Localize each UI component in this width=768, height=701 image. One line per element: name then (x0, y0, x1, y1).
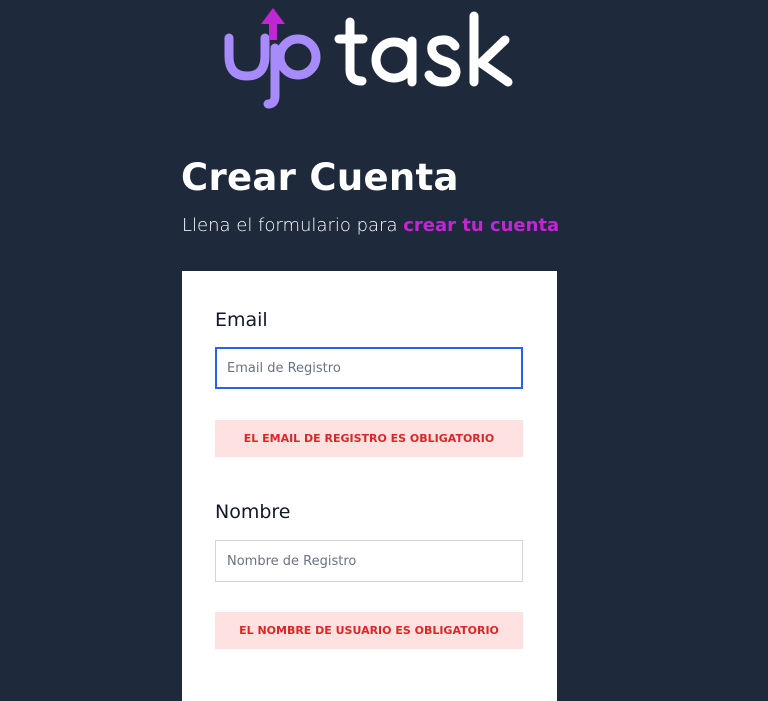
email-input[interactable] (215, 347, 523, 389)
page-title: Crear Cuenta (181, 156, 459, 199)
uptask-logo (224, 8, 513, 109)
subtitle-highlight: crear tu cuenta (403, 215, 560, 236)
email-error-alert: EL EMAIL DE REGISTRO ES OBLIGATORIO (215, 420, 523, 457)
page-subtitle: Llena el formulario para crear tu cuenta (182, 215, 559, 236)
nombre-label[interactable]: Nombre (215, 501, 291, 523)
nombre-error-alert: EL NOMBRE DE USUARIO ES OBLIGATORIO (215, 612, 523, 649)
nombre-input[interactable] (215, 540, 523, 582)
signup-form: Email EL EMAIL DE REGISTRO ES OBLIGATORI… (182, 271, 557, 701)
email-label[interactable]: Email (215, 309, 268, 331)
subtitle-text: Llena el formulario para (182, 215, 404, 236)
